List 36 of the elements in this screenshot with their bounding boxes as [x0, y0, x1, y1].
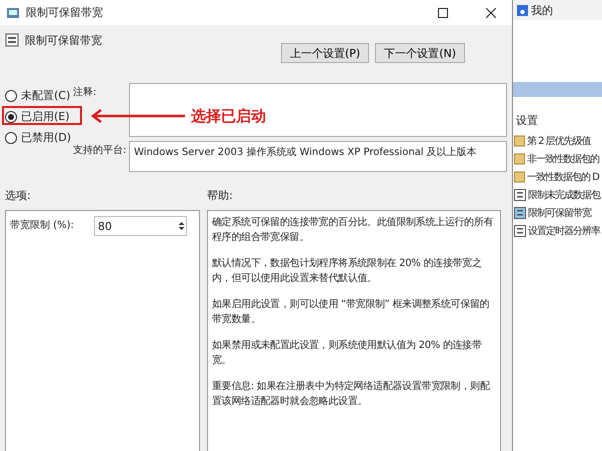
app-icon — [6, 6, 20, 18]
platform-field: Windows Server 2003 操作系统或 Windows XP Professional 及以上版本 — [129, 141, 507, 172]
setting-title: 限制可保留带宽 — [25, 33, 103, 48]
list-item[interactable]: 限制可保留带宽 — [513, 204, 602, 222]
policy-icon — [5, 33, 19, 47]
platform-label: 支持的平台: — [73, 144, 128, 157]
list-item[interactable]: 一致性数据包的 D — [513, 168, 602, 186]
state-radio[interactable]: 已禁用(D) — [5, 129, 73, 146]
list-item[interactable]: 设置定时器分辨率 — [513, 222, 602, 240]
help-paragraph: 如果启用此设置，则可以使用 “带宽限制” 框来调整系统可保留的带宽数量。 — [212, 298, 490, 327]
nav-button[interactable]: 下一个设置(N) — [375, 43, 466, 63]
state-radio[interactable]: 已启用(E) — [5, 108, 73, 125]
spin-arrows-icon — [176, 219, 186, 233]
list-item[interactable]: 非一致性数据包的 — [513, 150, 602, 168]
list-heading: 设置 — [516, 113, 539, 128]
state-radio[interactable]: 未配置(C) — [5, 87, 73, 104]
list-item[interactable]: 限制未完成数据包 — [513, 186, 602, 204]
close-icon — [486, 8, 496, 18]
help-paragraph: 重要信息: 如果在注册表中为特定网络适配器设置带宽限制，则配置该网络适配器时就会忽略此设置。 — [212, 380, 491, 409]
window-title: 限制可保留带宽 — [26, 5, 104, 20]
help-paragraph: 如果禁用或未配置此设置，则系统使用默认值为 20% 的连接带宽。 — [212, 338, 483, 368]
paw-icon — [517, 4, 528, 16]
help-paragraph: 确定系统可保留的连接带宽的百分比。此值限制系统上运行的所有程序的组合带宽保留。 — [212, 216, 494, 245]
bandwidth-label: 带宽限制 (%): — [10, 218, 74, 232]
maximize-icon — [438, 8, 448, 18]
list-item[interactable]: 第 2 层优先级值 — [513, 132, 602, 150]
options-label: 选项: — [5, 188, 32, 204]
arrow-icon — [91, 109, 187, 123]
annotation-text: 选择已启动 — [191, 107, 266, 126]
help-paragraph: 默认情况下，数据包计划程序将系统限制在 20% 的连接带宽之内，但可以使用此设置来替代默认值。 — [212, 256, 483, 286]
bandwidth-spinbox[interactable]: 80 — [94, 216, 187, 236]
browser-tab[interactable]: 我的 — [531, 2, 553, 18]
comment-label: 注释: — [73, 86, 98, 99]
help-label: 帮助: — [207, 188, 234, 204]
nav-button[interactable]: 上一个设置(P) — [281, 43, 370, 63]
comment-field[interactable] — [129, 83, 507, 137]
